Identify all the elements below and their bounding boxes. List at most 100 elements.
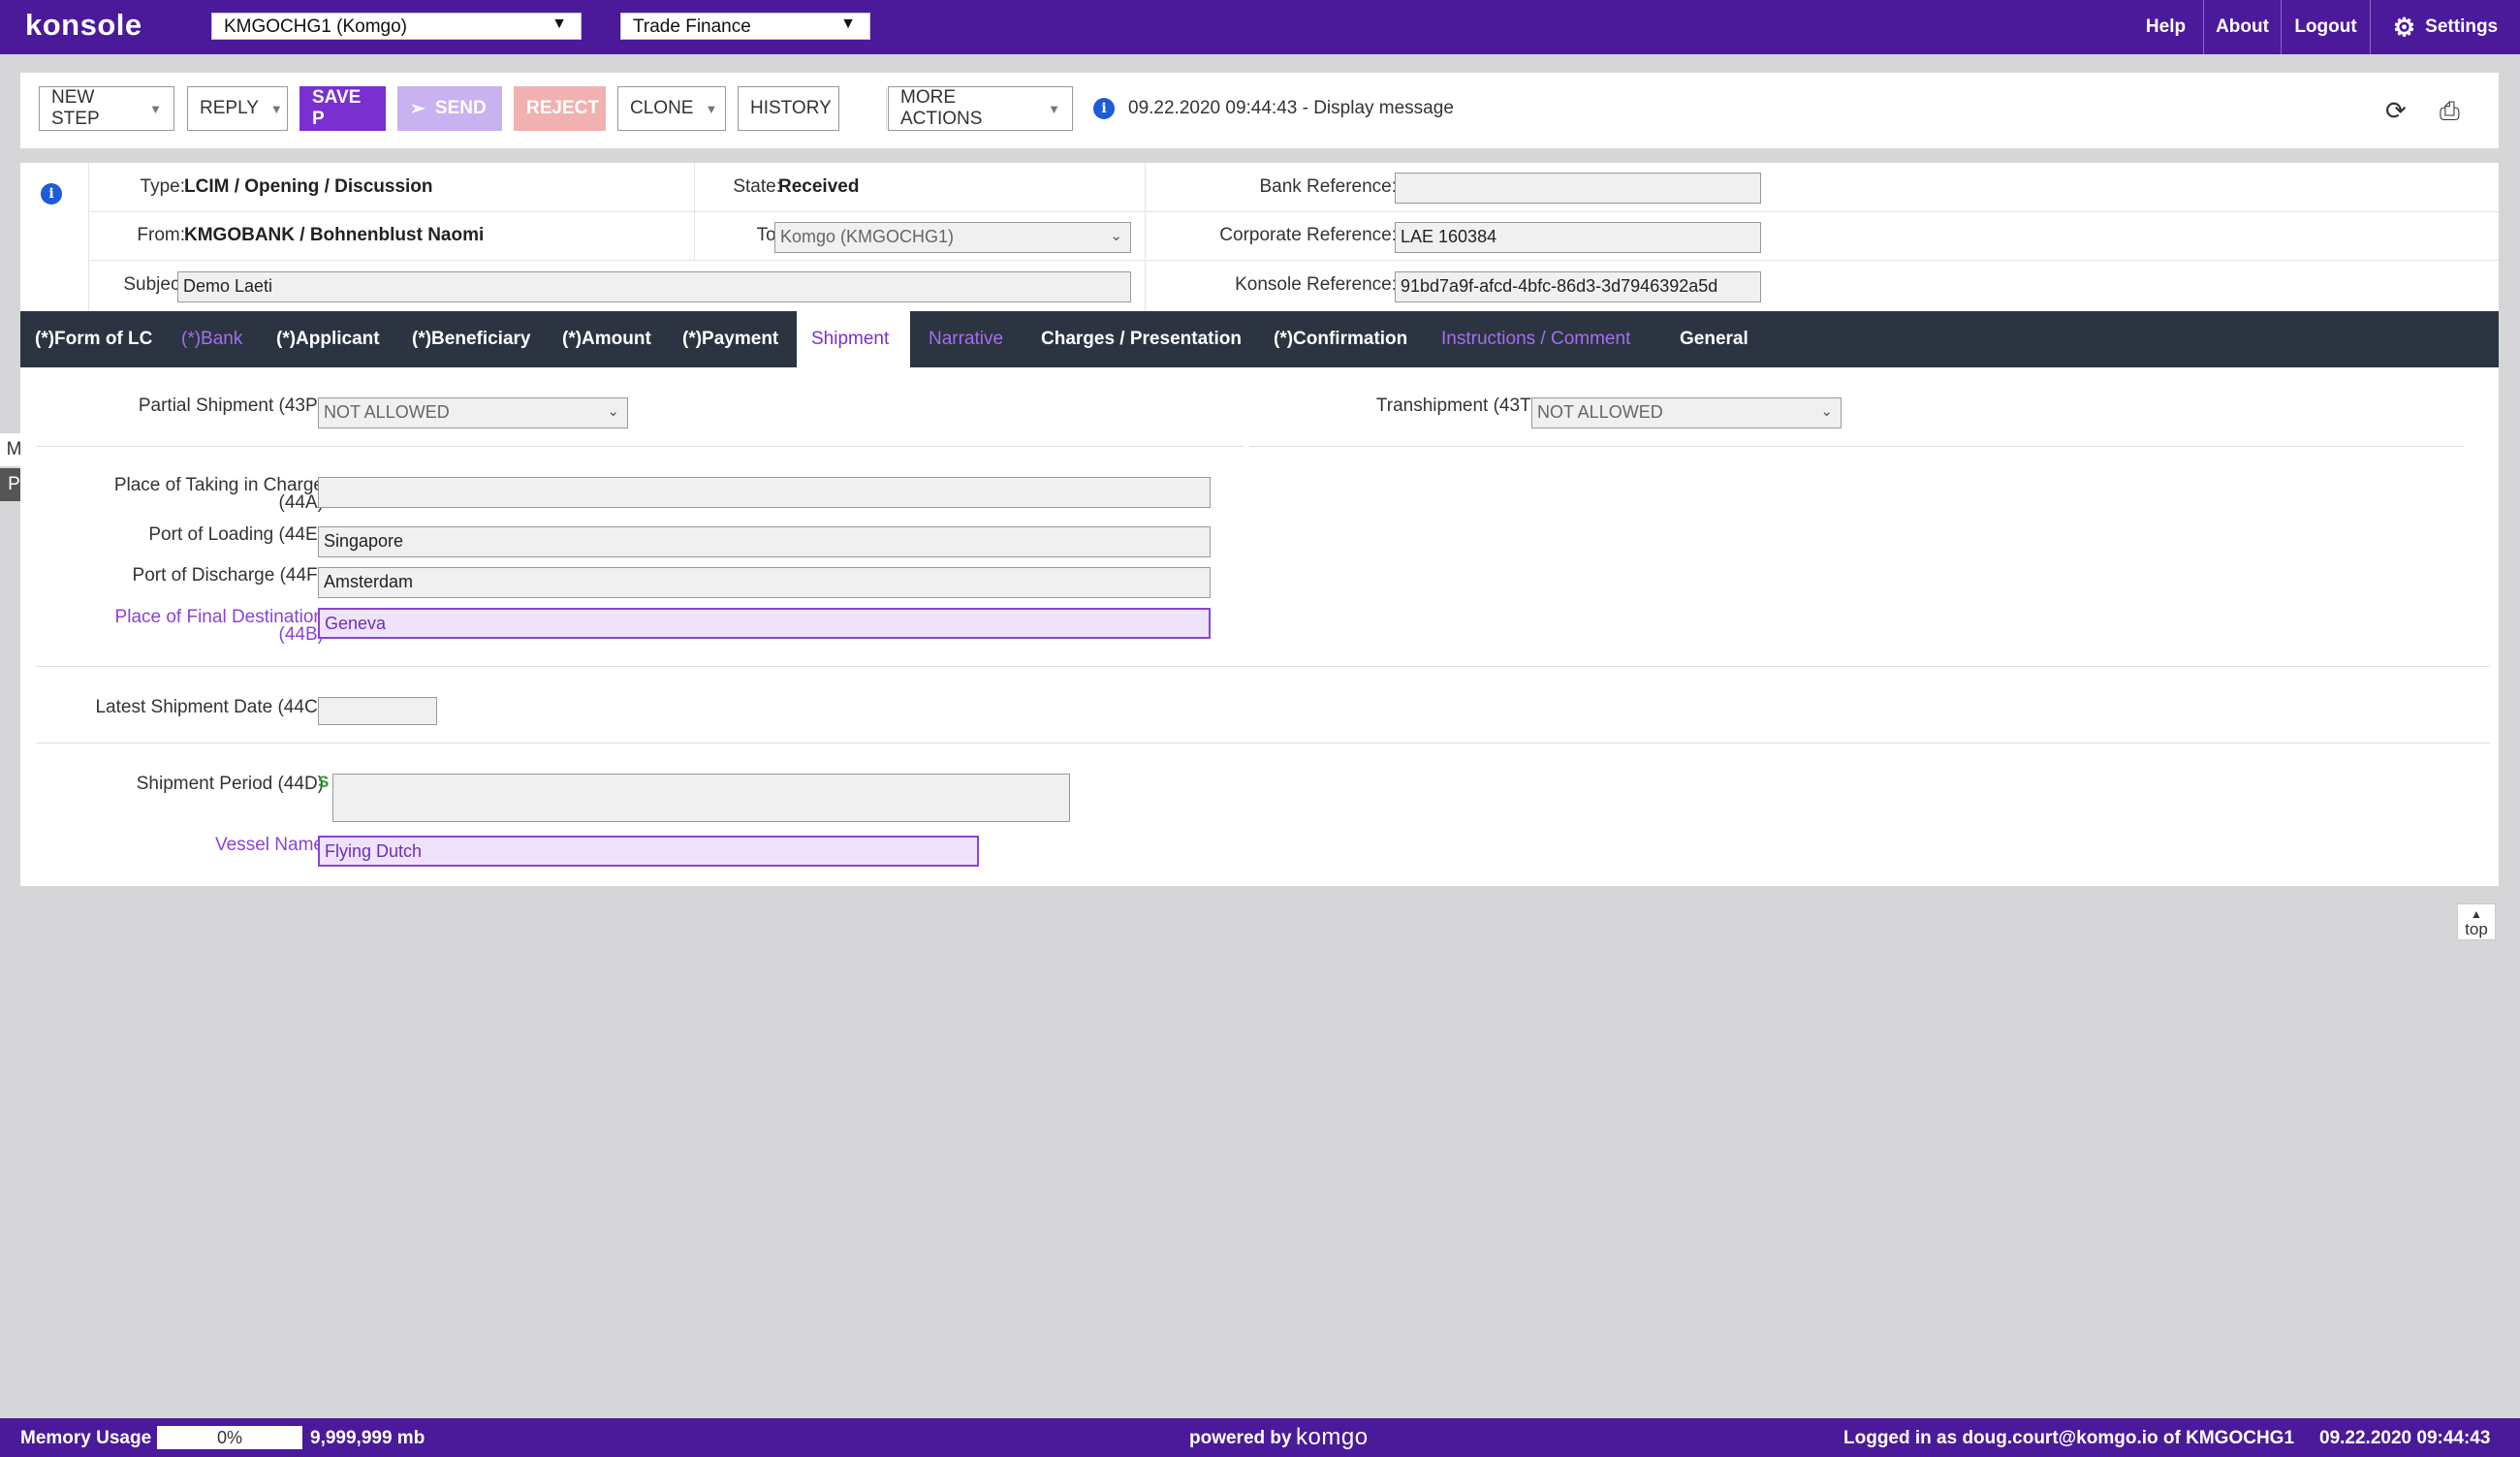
shipment-form: Partial Shipment (43P) NOT ALLOWED ⌄ Tra…: [20, 367, 2499, 886]
from-value: KMGOBANK / Bohnenblust Naomi: [184, 225, 485, 245]
tab-general[interactable]: General: [1680, 311, 1748, 367]
header-row-line: [88, 260, 1145, 261]
konsole-reference-field[interactable]: 91bd7a9f-afcd-4bfc-86d3-3d7946392a5d: [1395, 271, 1761, 302]
transhipment-value: NOT ALLOWED: [1537, 402, 1663, 422]
port-of-loading-field[interactable]: Singapore: [318, 526, 1211, 557]
tab-shipment[interactable]: Shipment: [797, 311, 910, 367]
new-step-label: NEW STEP: [51, 87, 100, 129]
memory-usage-label: Memory Usage: [20, 1428, 152, 1448]
section-divider: [36, 446, 1244, 447]
final-destination-label-line2: (44B): [278, 624, 324, 645]
port-of-discharge-field[interactable]: Amsterdam: [318, 567, 1211, 598]
shipment-period-field[interactable]: [332, 774, 1070, 822]
info-icon[interactable]: i: [41, 183, 62, 205]
from-label: From:: [137, 225, 185, 245]
save-button[interactable]: SAVE P: [299, 86, 386, 131]
status-message-text: 09.22.2020 09:44:43 - Display message: [1128, 98, 1454, 118]
reject-button[interactable]: REJECT: [514, 86, 606, 131]
memory-usage-bar: 0%: [157, 1426, 302, 1449]
partial-shipment-select[interactable]: NOT ALLOWED ⌄: [318, 397, 628, 428]
caret-down-icon: ▼: [269, 101, 283, 116]
state-label: State:: [733, 176, 781, 197]
tab-instructions-comment[interactable]: Instructions / Comment: [1441, 311, 1630, 367]
history-button[interactable]: HISTORY: [738, 86, 839, 131]
place-of-taking-label-line2: (44A): [278, 492, 324, 513]
shipment-period-marker: S: [318, 773, 330, 791]
tab-confirmation[interactable]: (*)Confirmation: [1274, 311, 1407, 367]
memory-usage-value: 9,999,999 mb: [310, 1428, 425, 1448]
transhipment-select[interactable]: NOT ALLOWED ⌄: [1531, 397, 1842, 428]
tab-charges-presentation[interactable]: Charges / Presentation: [1041, 311, 1242, 367]
nav-settings[interactable]: ⚙ Settings: [2370, 0, 2520, 54]
caret-down-icon: ▼: [149, 101, 162, 116]
place-of-taking-in-charge-field[interactable]: [318, 477, 1211, 508]
send-cursor-icon: ➢: [410, 98, 425, 119]
place-of-final-destination-label: Place of Final Destination (44B): [40, 608, 324, 645]
vessel-name-label: Vessel Name: [215, 835, 324, 855]
print-icon[interactable]: ⎙: [2440, 96, 2460, 127]
caret-down-icon: ▼: [705, 101, 718, 116]
nav-logout[interactable]: Logout: [2281, 0, 2370, 54]
module-select[interactable]: Trade Finance ▼: [620, 13, 870, 40]
header-divider: [1145, 163, 1146, 311]
refresh-icon[interactable]: ⟳: [2385, 96, 2407, 126]
toolbar-divider: [886, 88, 887, 131]
header-row-line: [1145, 211, 2499, 212]
chevron-down-icon: ⌄: [1110, 228, 1122, 244]
subject-label: Subject:: [123, 274, 190, 295]
company-select[interactable]: KMGOCHG1 (Komgo) ▼: [211, 13, 582, 40]
to-select[interactable]: Komgo (KMGOCHG1) ⌄: [774, 222, 1131, 253]
chevron-down-icon: ⌄: [1820, 403, 1833, 420]
more-actions-label: MORE ACTIONS: [900, 87, 983, 129]
nav-about[interactable]: About: [2203, 0, 2281, 54]
section-divider: [1249, 446, 2465, 447]
company-select-value: KMGOCHG1 (Komgo): [224, 16, 407, 37]
caret-down-icon: ▼: [1048, 101, 1060, 116]
transaction-header: i Type: LCIM / Opening / Discussion Stat…: [20, 163, 2499, 311]
clone-button[interactable]: CLONE ▼: [617, 86, 726, 131]
tab-form-of-lc[interactable]: (*)Form of LC: [35, 311, 152, 367]
status-footer: Memory Usage 0% 9,999,999 mb powered by …: [0, 1418, 2520, 1457]
corporate-reference-field[interactable]: LAE 160384: [1395, 222, 1761, 253]
send-button[interactable]: ➢ SEND: [397, 86, 502, 131]
tab-amount[interactable]: (*)Amount: [562, 311, 651, 367]
place-of-taking-in-charge-label: Place of Taking in Charge (44A): [40, 476, 324, 513]
tab-payment[interactable]: (*)Payment: [682, 311, 778, 367]
type-value: LCIM / Opening / Discussion: [184, 176, 433, 197]
port-of-discharge-label: Port of Discharge (44F): [132, 565, 324, 586]
tab-applicant[interactable]: (*)Applicant: [276, 311, 380, 367]
to-label: To:: [756, 225, 781, 245]
caret-down-icon: ▼: [840, 16, 856, 32]
latest-shipment-date-label: Latest Shipment Date (44C): [95, 697, 324, 717]
caret-down-icon: ▼: [551, 16, 567, 32]
header-row-line: [1145, 260, 2499, 261]
action-toolbar: NEW STEP ▼ REPLY ▼ SAVE P ➢ SEND REJECT …: [20, 73, 2499, 148]
subject-field[interactable]: Demo Laeti: [177, 271, 1131, 302]
nav-help[interactable]: Help: [2128, 0, 2203, 54]
reply-button[interactable]: REPLY ▼: [187, 86, 288, 131]
tab-narrative[interactable]: Narrative: [929, 311, 1003, 367]
footer-datetime: 09.22.2020 09:44:43: [2319, 1428, 2491, 1448]
tab-bank[interactable]: (*)Bank: [181, 311, 242, 367]
section-tabs: (*)Form of LC (*)Bank (*)Applicant (*)Be…: [20, 311, 2499, 367]
new-step-button[interactable]: NEW STEP ▼: [39, 86, 174, 131]
logged-in-text: Logged in as doug.court@komgo.io of KMGO…: [1843, 1428, 2295, 1448]
send-label: SEND: [434, 98, 487, 118]
latest-shipment-date-field[interactable]: [318, 697, 437, 725]
tab-beneficiary[interactable]: (*)Beneficiary: [412, 311, 531, 367]
partial-shipment-label: Partial Shipment (43P): [138, 396, 324, 416]
module-select-value: Trade Finance: [633, 16, 751, 37]
nav-settings-label: Settings: [2425, 16, 2499, 37]
konsole-reference-label: Konsole Reference:: [1235, 274, 1397, 295]
status-message: i 09.22.2020 09:44:43 - Display message: [1093, 98, 1454, 119]
info-icon: i: [1093, 98, 1115, 119]
section-divider: [36, 743, 2490, 744]
bank-reference-field[interactable]: [1395, 173, 1761, 204]
header-row-line: [88, 211, 1145, 212]
transhipment-label: Transhipment (43T): [1375, 396, 1537, 416]
back-to-top-button[interactable]: ▲ top: [2457, 903, 2496, 940]
place-of-final-destination-field[interactable]: Geneva: [318, 608, 1211, 639]
vessel-name-field[interactable]: Flying Dutch: [318, 836, 979, 867]
top-bar: konsole KMGOCHG1 (Komgo) ▼ Trade Finance…: [0, 0, 2520, 54]
more-actions-button[interactable]: MORE ACTIONS ▼: [888, 86, 1073, 131]
